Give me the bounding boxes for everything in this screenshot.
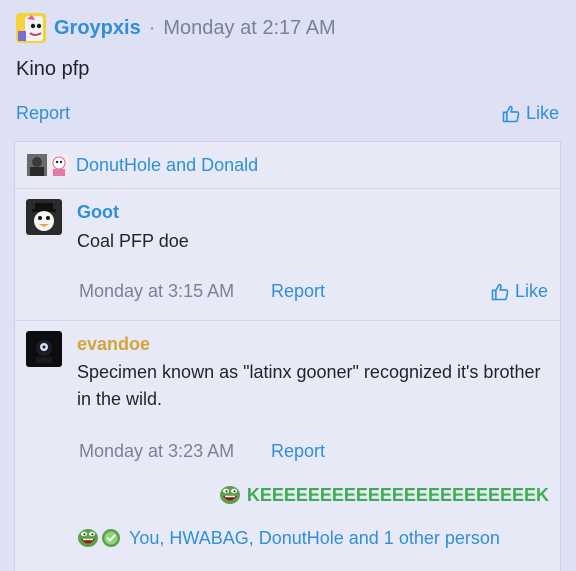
post-author-name[interactable]: Groypxis: [54, 17, 141, 40]
donuthole-mini-avatar: [27, 154, 47, 176]
post-timestamp[interactable]: Monday at 2:17 AM: [163, 17, 335, 40]
header-separator: ·: [148, 16, 156, 39]
post-body-text: Kino pfp: [16, 58, 90, 80]
comment-author-name[interactable]: evandoe: [77, 334, 150, 355]
pepe-laugh-icon: [78, 529, 98, 547]
post-report-link[interactable]: Report: [16, 103, 70, 124]
reactions-summary[interactable]: You, HWABAG, DonutHole and 1 other perso…: [77, 527, 500, 549]
comment-item: evandoe Specimen known as "latinx gooner…: [15, 321, 560, 571]
comment-text: Specimen known as "latinx gooner" recogn…: [77, 362, 541, 409]
reaction-label: KEEEEEEEEEEEEEEEEEEEEEEEK: [246, 484, 549, 505]
thumbs-up-icon: [502, 105, 520, 122]
comment-report-link[interactable]: Report: [271, 281, 325, 302]
donald-mini-avatar: [49, 154, 69, 176]
evandoe-avatar[interactable]: [26, 331, 62, 367]
comment-text: Coal PFP doe: [77, 231, 189, 251]
comment-item: Goot Coal PFP doe Monday at 3:15 AM Repo…: [15, 189, 560, 321]
reaction-button[interactable]: KEEEEEEEEEEEEEEEEEEEEEEEK: [219, 484, 549, 506]
post-header: Groypxis · Monday at 2:17 AM: [16, 12, 336, 44]
comment-like-button[interactable]: Like: [490, 281, 548, 302]
reactions-names: You, HWABAG, DonutHole and 1 other perso…: [129, 527, 500, 548]
pepe-laugh-icon: [219, 486, 240, 504]
check-badge-icon: [102, 529, 120, 547]
reactors-names: DonutHole and Donald: [76, 154, 259, 175]
post-like-button[interactable]: Like: [501, 103, 559, 124]
groypxis-avatar[interactable]: [16, 13, 46, 43]
comments-section: DonutHole and Donald Goot Coal PFP doe M…: [14, 141, 561, 571]
comment-author-name[interactable]: Goot: [77, 202, 119, 223]
comment-report-link[interactable]: Report: [271, 441, 325, 462]
comment-timestamp[interactable]: Monday at 3:23 AM: [79, 441, 234, 462]
comment-like-label: Like: [514, 281, 548, 301]
thumbs-up-icon: [491, 283, 509, 300]
goot-avatar[interactable]: [26, 199, 62, 235]
post-like-label: Like: [525, 103, 559, 123]
reactors-bar[interactable]: DonutHole and Donald: [15, 142, 560, 189]
comment-timestamp[interactable]: Monday at 3:15 AM: [79, 281, 234, 302]
